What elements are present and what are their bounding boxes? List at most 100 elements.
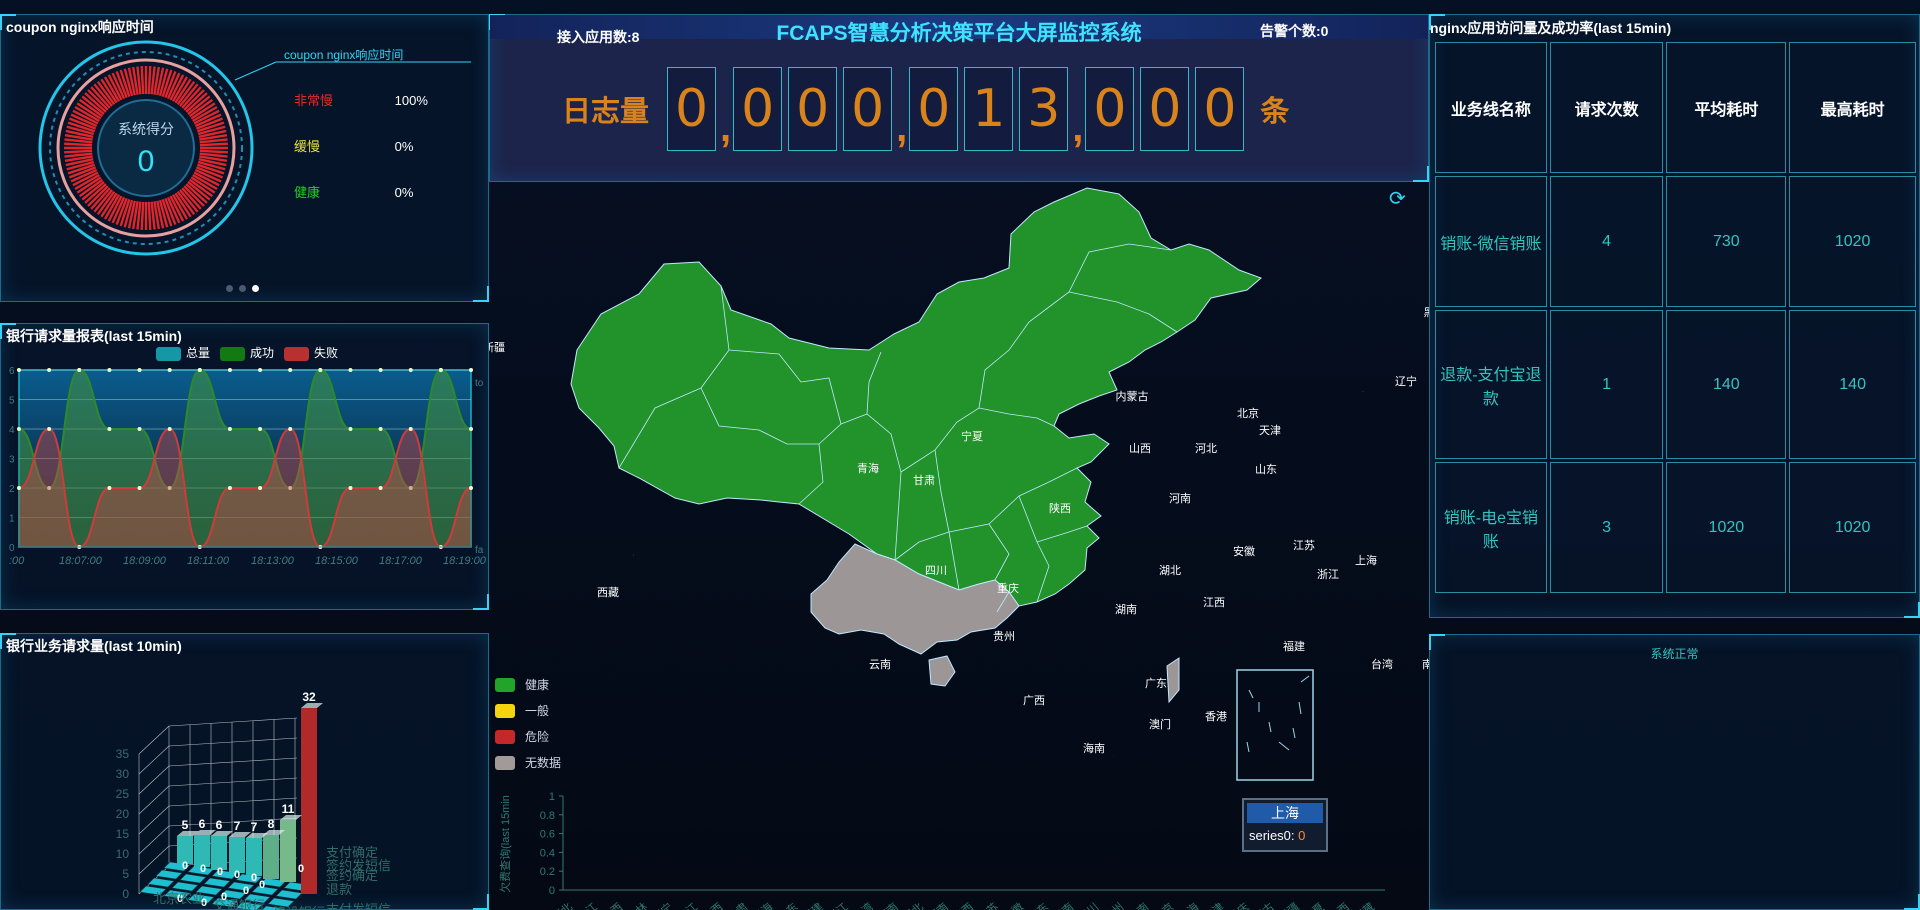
data-point	[288, 368, 293, 372]
province-label: 浙江	[1317, 568, 1339, 581]
x-tick-label: 天津	[1201, 900, 1226, 910]
map-region-healthy	[570, 187, 1262, 607]
data-point	[378, 486, 383, 490]
bar-value-label: 5	[182, 818, 189, 832]
province-label: 河南	[1169, 492, 1191, 505]
alarm-count: 告警个数:0	[1260, 23, 1329, 39]
province-label: 四川	[925, 565, 947, 577]
map-legend-normal[interactable]: 一般	[495, 702, 561, 719]
bar-value-label: 32	[302, 690, 316, 704]
map-region-hainan	[928, 655, 956, 687]
province-label: 山东	[1255, 463, 1277, 476]
bank-business-panel: 银行业务请求量(last 10min) 0 5 10 15 20 25 30 35 32 11 8 7…	[0, 633, 489, 910]
x-tick-label: 青海	[750, 900, 776, 910]
south-china-sea-islands	[1246, 675, 1310, 753]
x-tick-label: :00	[9, 555, 25, 567]
x-tick-label: 河南	[876, 900, 901, 910]
province-label: 陕西	[1049, 501, 1071, 515]
header-cell[interactable]: 最高耗时	[1789, 42, 1916, 173]
log-label: 日志量	[562, 96, 650, 128]
china-map: ⟳ 新疆西藏青海甘肃宁夏内蒙古黑龙江吉林辽宁北京天津河北山	[489, 182, 1429, 910]
data-point	[227, 427, 232, 431]
table-cell: 销账-电e宝销账	[1435, 462, 1547, 593]
gauge-subtitle: coupon nginx响应时间	[284, 48, 404, 62]
y-tick-label: 15	[116, 827, 130, 841]
data-point	[227, 486, 232, 490]
data-point	[469, 427, 473, 431]
x-tick-label: 山西	[600, 900, 625, 910]
map-legend-nodata[interactable]: 无数据	[495, 754, 561, 771]
bar-face	[263, 835, 279, 879]
data-point	[288, 427, 293, 431]
bar-face	[246, 838, 262, 876]
log-unit: 条	[1260, 96, 1290, 128]
data-point	[137, 427, 142, 431]
log-digit: 0	[1140, 67, 1190, 151]
bar-zero-label: 0	[200, 863, 206, 875]
data-point	[137, 486, 142, 490]
map-legend: 健康 一般 危险 无数据	[495, 676, 561, 780]
response-time-panel: coupon nginx响应时间 系统得分 0 coupon nginx响应时间…	[0, 14, 489, 302]
x-tick-label: 江苏	[976, 900, 1001, 910]
edge-label: fa	[475, 545, 484, 556]
bar-value-label: 6	[199, 817, 206, 831]
table-cell: 140	[1789, 310, 1916, 459]
table-cell: 退款-支付宝退款	[1435, 310, 1547, 459]
carousel-dot-active[interactable]	[252, 285, 259, 292]
province-label: 台湾	[1371, 657, 1393, 671]
data-point	[258, 427, 263, 431]
map-legend-danger[interactable]: 危险	[495, 728, 561, 745]
x-tick-label: 浙江	[825, 900, 850, 910]
province-label: 甘肃	[913, 474, 935, 487]
bar-zero-label: 0	[251, 872, 257, 884]
bar-value-label: 11	[282, 802, 295, 816]
header-cell[interactable]: 平均耗时	[1666, 42, 1787, 173]
y-tick-label: 0.6	[540, 829, 555, 841]
digit-separator: ,	[896, 106, 908, 150]
data-point	[17, 368, 21, 372]
province-label: 山西	[1129, 442, 1151, 455]
header-cell[interactable]: 请求次数	[1549, 42, 1664, 173]
legend-very-slow: 非常慢 100%	[294, 90, 428, 109]
province-label: 江西	[1203, 596, 1225, 609]
y-tick-label: 6	[9, 366, 15, 377]
floor-tile	[179, 873, 207, 884]
header-banner: FCAPS智慧分析决策平台大屏监控系统 接入应用数:8 告警个数:0 日志量 0…	[489, 14, 1429, 182]
bar-zero-label: 0	[298, 863, 304, 875]
log-digit: 0	[667, 67, 717, 151]
table-cell: 1020	[1789, 176, 1916, 307]
x-tick-label: 18:19:00	[443, 555, 487, 567]
data-point	[77, 368, 82, 372]
x-tick-label: 山东	[775, 900, 800, 910]
y-tick-label: 3	[9, 455, 15, 466]
table-cell: 140	[1666, 310, 1787, 459]
legend-total[interactable]: 总量	[156, 344, 210, 361]
data-point	[17, 427, 21, 431]
province-label: 宁夏	[961, 429, 983, 443]
x-tick-label: 18:13:00	[251, 555, 295, 567]
y-tick-label: 25	[116, 787, 130, 801]
y-tick-label: 30	[116, 767, 130, 781]
data-point	[17, 486, 21, 490]
carousel-dot[interactable]	[239, 285, 246, 292]
log-digit: 0	[909, 67, 959, 151]
x-tick-label: 安徽	[1000, 900, 1026, 910]
province-label: 西藏	[597, 586, 619, 599]
digit-separator: ,	[720, 106, 732, 150]
x-tick-label: 吉林	[624, 900, 650, 910]
legend-fail[interactable]: 失败	[284, 344, 338, 361]
carousel-dots[interactable]	[226, 279, 265, 297]
header-cell[interactable]: 业务线名称	[1435, 42, 1547, 173]
carousel-dot[interactable]	[226, 285, 233, 292]
x-tick-label: 辽宁	[649, 900, 675, 910]
log-counter: 日志量 0 , 0 0 0 , 0 1 3 , 0 0 0 条	[562, 67, 1289, 151]
data-point	[137, 368, 142, 372]
map-legend-healthy[interactable]: 健康	[495, 676, 561, 693]
y-tick-label: 0	[549, 885, 555, 897]
bar-face	[280, 820, 296, 882]
legend-success[interactable]: 成功	[220, 344, 274, 361]
data-point	[258, 486, 263, 490]
log-digit: 3	[1019, 67, 1069, 151]
x-tick-label: 18:07:00	[59, 555, 103, 567]
table-header-row: 业务线名称 请求次数 平均耗时 最高耗时	[1435, 42, 1916, 173]
